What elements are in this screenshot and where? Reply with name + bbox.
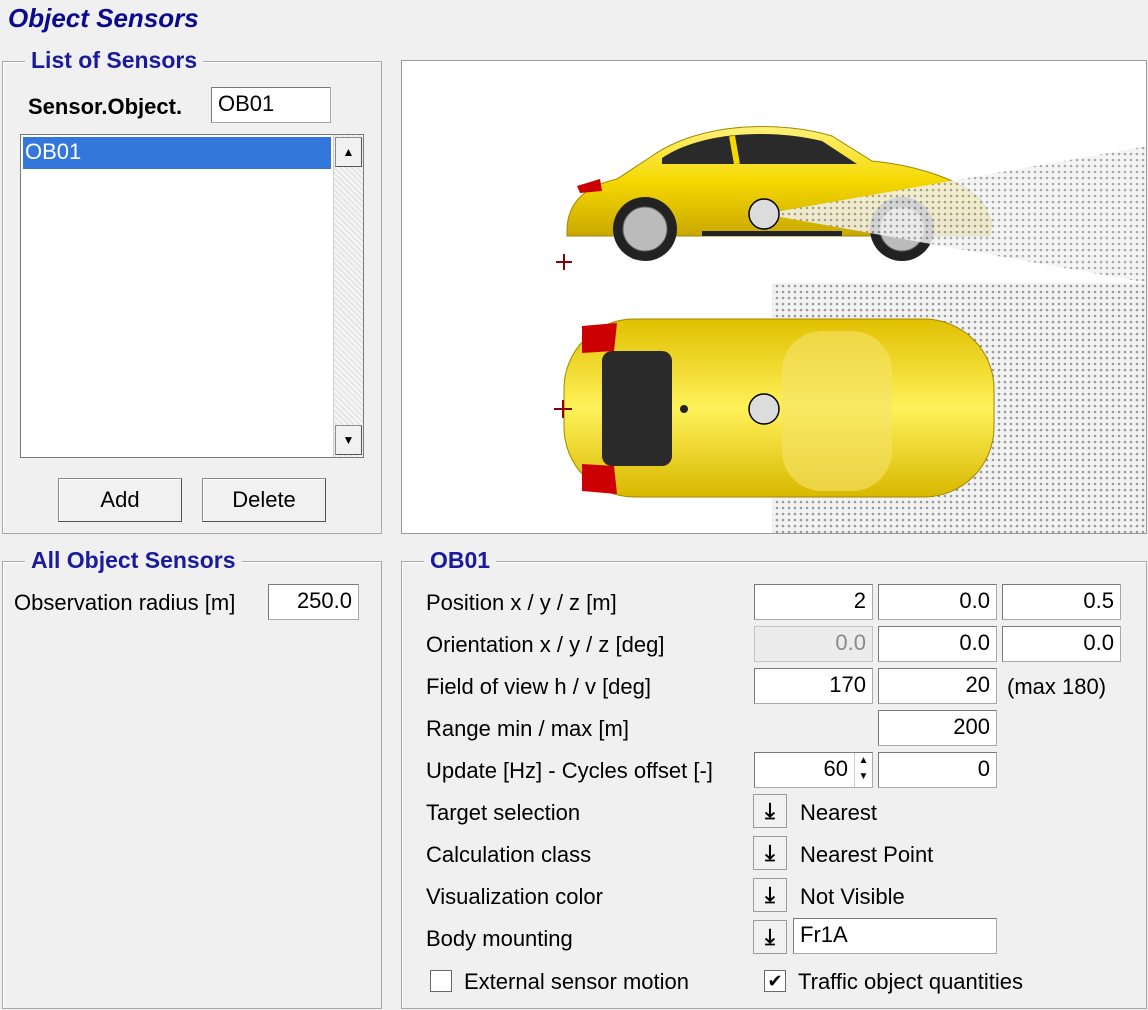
car-top-view bbox=[554, 283, 1146, 533]
vis-color-label: Visualization color bbox=[426, 884, 603, 909]
observation-radius-label: Observation radius [m] bbox=[14, 590, 236, 615]
position-x-input[interactable]: 2 bbox=[754, 584, 873, 620]
external-motion-label: External sensor motion bbox=[464, 969, 689, 994]
update-hz-value: 60 bbox=[823, 756, 848, 781]
calc-class-label: Calculation class bbox=[426, 842, 592, 867]
update-label: Update [Hz] - Cycles offset [-] bbox=[426, 758, 713, 783]
position-label: Position x / y / z [m] bbox=[426, 590, 617, 615]
all-object-sensors-title: All Object Sensors bbox=[25, 547, 242, 574]
orientation-x-input: 0.0 bbox=[754, 626, 873, 662]
fov-h-input[interactable]: 170 bbox=[754, 668, 873, 704]
all-object-sensors-group: All Object Sensors bbox=[2, 547, 382, 1009]
cycles-offset-input[interactable]: 0 bbox=[878, 752, 997, 788]
list-scrollbar[interactable]: ▲ ▼ bbox=[333, 135, 363, 457]
traffic-quantities-checkbox[interactable]: ✔ bbox=[764, 970, 786, 992]
sensor-object-label: Sensor.Object. bbox=[28, 94, 183, 119]
orientation-z-input[interactable]: 0.0 bbox=[1002, 626, 1121, 662]
target-selection-dropdown-icon[interactable]: ⤓ bbox=[753, 794, 787, 828]
external-motion-checkbox[interactable] bbox=[430, 970, 452, 992]
body-mounting-label: Body mounting bbox=[426, 926, 573, 951]
range-max-input[interactable]: 200 bbox=[878, 710, 997, 746]
list-item[interactable]: OB01 bbox=[23, 137, 331, 169]
update-hz-input[interactable]: 60 ▲ ▼ bbox=[754, 752, 873, 788]
observation-radius-input[interactable]: 250.0 bbox=[268, 584, 359, 620]
add-button[interactable]: Add bbox=[58, 478, 182, 522]
window-title: Object Sensors bbox=[8, 3, 199, 33]
calc-class-dropdown-icon[interactable]: ⤓ bbox=[753, 836, 787, 870]
body-mounting-dropdown-icon[interactable]: ⤓ bbox=[753, 920, 787, 954]
vis-color-dropdown-icon[interactable]: ⤓ bbox=[753, 878, 787, 912]
sensor-listbox[interactable]: OB01 ▲ ▼ bbox=[20, 134, 364, 458]
position-z-input[interactable]: 0.5 bbox=[1002, 584, 1121, 620]
fov-label: Field of view h / v [deg] bbox=[426, 674, 651, 699]
scroll-up-button[interactable]: ▲ bbox=[335, 137, 362, 167]
fov-v-input[interactable]: 20 bbox=[878, 668, 997, 704]
car-preview-image bbox=[554, 126, 1146, 533]
orientation-y-input[interactable]: 0.0 bbox=[878, 626, 997, 662]
scroll-down-button[interactable]: ▼ bbox=[335, 425, 362, 455]
delete-button[interactable]: Delete bbox=[202, 478, 326, 522]
sensor-preview bbox=[401, 60, 1147, 534]
sensor-details-title: OB01 bbox=[424, 547, 497, 574]
traffic-quantities-label: Traffic object quantities bbox=[798, 969, 1024, 994]
position-y-input[interactable]: 0.0 bbox=[878, 584, 997, 620]
range-label: Range min / max [m] bbox=[426, 716, 629, 741]
fov-max-note: (max 180) bbox=[1007, 674, 1107, 699]
list-of-sensors-title: List of Sensors bbox=[25, 47, 204, 74]
target-selection-label: Target selection bbox=[426, 800, 581, 825]
car-side-view bbox=[556, 126, 1146, 283]
orientation-label: Orientation x / y / z [deg] bbox=[426, 632, 665, 657]
vis-color-value: Not Visible bbox=[800, 884, 905, 909]
sensor-object-input[interactable]: OB01 bbox=[211, 87, 331, 123]
target-selection-value: Nearest bbox=[800, 800, 878, 825]
calc-class-value: Nearest Point bbox=[800, 842, 934, 867]
update-hz-spinner[interactable]: ▲ ▼ bbox=[854, 753, 872, 787]
body-mounting-input[interactable]: Fr1A bbox=[793, 918, 997, 954]
